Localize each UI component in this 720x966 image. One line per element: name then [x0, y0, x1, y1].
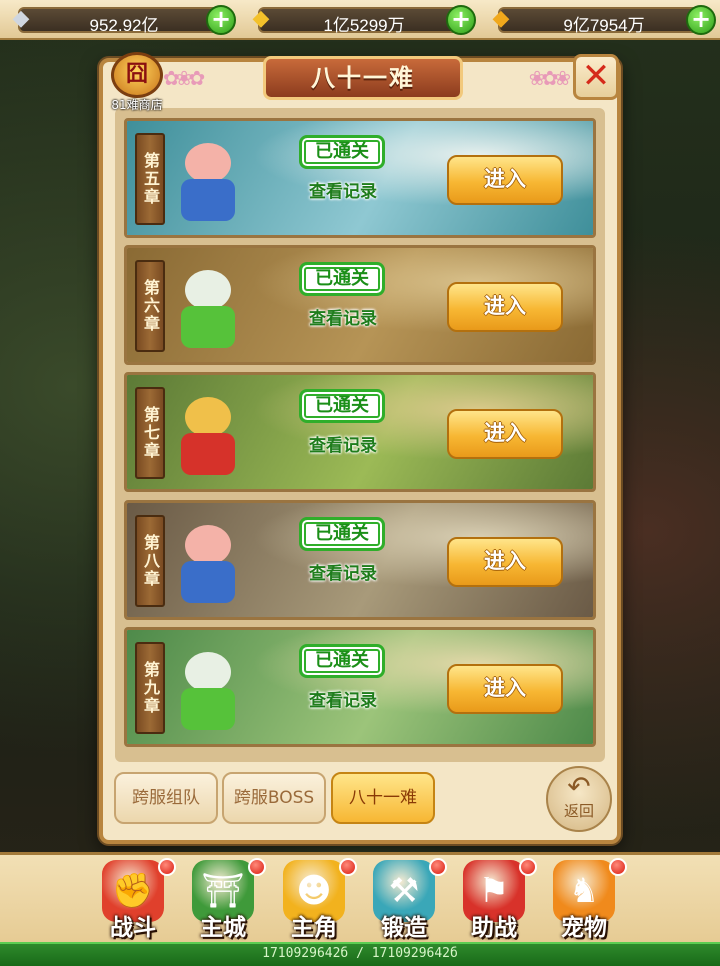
- chapter-name: 第八章: [135, 515, 165, 607]
- chapter-card: 第五章 已通关 查看记录 进入: [124, 118, 596, 238]
- chapter-card: 第七章 已通关 查看记录 进入: [124, 372, 596, 492]
- nav-item-battle[interactable]: ✊ 战斗: [94, 858, 176, 946]
- nav-item-pet[interactable]: ♞ 宠物: [545, 858, 627, 946]
- chapter-boss-sprite: [173, 391, 243, 481]
- tab-cross-server-team[interactable]: 跨服组队: [114, 772, 218, 824]
- tab-eighty-one-trials[interactable]: 八十一难: [331, 772, 435, 824]
- gold-ingot-icon: ◆: [252, 6, 270, 31]
- view-record-link[interactable]: 查看记录: [295, 559, 391, 585]
- cleared-badge: 已通关: [299, 517, 385, 551]
- enter-chapter-button[interactable]: 进入: [447, 664, 563, 714]
- currency-bar: ◆ 952.92亿 + ◆ 1亿5299万 + ◆ 9亿7954万 +: [0, 0, 720, 40]
- chapter-name: 第七章: [135, 387, 165, 479]
- view-record-link[interactable]: 查看记录: [295, 431, 391, 457]
- currency-silver: ◆ 952.92亿 +: [4, 3, 236, 35]
- chapter-boss-sprite: [173, 137, 243, 227]
- nav-label: 战斗: [110, 915, 156, 941]
- back-button[interactable]: ↶ 返回: [546, 766, 612, 832]
- nav-label: 助战: [471, 915, 517, 941]
- chapter-name: 第九章: [135, 642, 165, 734]
- enter-chapter-button[interactable]: 进入: [447, 155, 563, 205]
- chapter-boss-sprite: [173, 264, 243, 354]
- notification-dot: [158, 858, 176, 876]
- notification-dot: [519, 858, 537, 876]
- chapter-card: 第八章 已通关 查看记录 进入: [124, 500, 596, 620]
- back-label: 返回: [563, 802, 594, 820]
- nav-label: 主城: [200, 915, 246, 941]
- nav-item-hero[interactable]: ☻ 主角: [275, 858, 357, 946]
- chapter-boss-sprite: [173, 519, 243, 609]
- chapter-card: 第六章 已通关 查看记录 进入: [124, 245, 596, 365]
- cleared-badge: 已通关: [299, 262, 385, 296]
- close-button[interactable]: ✕: [573, 54, 619, 100]
- view-record-link[interactable]: 查看记录: [295, 177, 391, 203]
- notification-dot: [429, 858, 447, 876]
- nav-item-assist[interactable]: ⚑ 助战: [455, 858, 537, 946]
- chapter-boss-sprite: [173, 646, 243, 736]
- cleared-badge: 已通关: [299, 135, 385, 169]
- tab-cross-server-boss[interactable]: 跨服BOSS: [222, 772, 326, 824]
- enter-chapter-button[interactable]: 进入: [447, 282, 563, 332]
- notification-dot: [609, 858, 627, 876]
- enter-chapter-button[interactable]: 进入: [447, 409, 563, 459]
- silver-ingot-icon: ◆: [12, 6, 30, 31]
- notification-dot: [339, 858, 357, 876]
- nav-item-forge[interactable]: ⚒ 锻造: [365, 858, 447, 946]
- nav-label: 主角: [291, 915, 337, 941]
- shop-lantern-icon: 囧: [111, 52, 163, 98]
- bound-gold-amount: 9亿7954万: [563, 16, 645, 35]
- currency-gold: ◆ 1亿5299万 +: [244, 3, 476, 35]
- add-gold-button[interactable]: +: [446, 5, 476, 35]
- nav-label: 宠物: [561, 915, 607, 941]
- currency-bound-gold: ◆ 9亿7954万 +: [484, 3, 716, 35]
- back-arrow-icon: ↶: [567, 770, 591, 803]
- gold-amount: 1亿5299万: [323, 16, 405, 35]
- panel-title: 八十一难: [263, 56, 463, 100]
- cleared-badge: 已通关: [299, 644, 385, 678]
- cleared-badge: 已通关: [299, 389, 385, 423]
- trial-shop-button[interactable]: 囧 81难商店: [101, 52, 173, 118]
- enter-chapter-button[interactable]: 进入: [447, 537, 563, 587]
- chapter-name: 第五章: [135, 133, 165, 225]
- add-silver-button[interactable]: +: [206, 5, 236, 35]
- view-record-link[interactable]: 查看记录: [295, 304, 391, 330]
- add-bound-gold-button[interactable]: +: [686, 5, 716, 35]
- view-record-link[interactable]: 查看记录: [295, 686, 391, 712]
- silver-amount: 952.92亿: [89, 16, 159, 35]
- nav-item-city[interactable]: ⛩ 主城: [184, 858, 266, 946]
- status-line: 1710929642б / 1710929642б: [0, 942, 720, 966]
- nav-label: 锻造: [381, 915, 427, 941]
- chapter-card: 第九章 已通关 查看记录 进入: [124, 627, 596, 747]
- shop-label: 81难商店: [111, 98, 163, 112]
- bound-gold-icon: ◆: [492, 6, 510, 31]
- chapter-name: 第六章: [135, 260, 165, 352]
- notification-dot: [248, 858, 266, 876]
